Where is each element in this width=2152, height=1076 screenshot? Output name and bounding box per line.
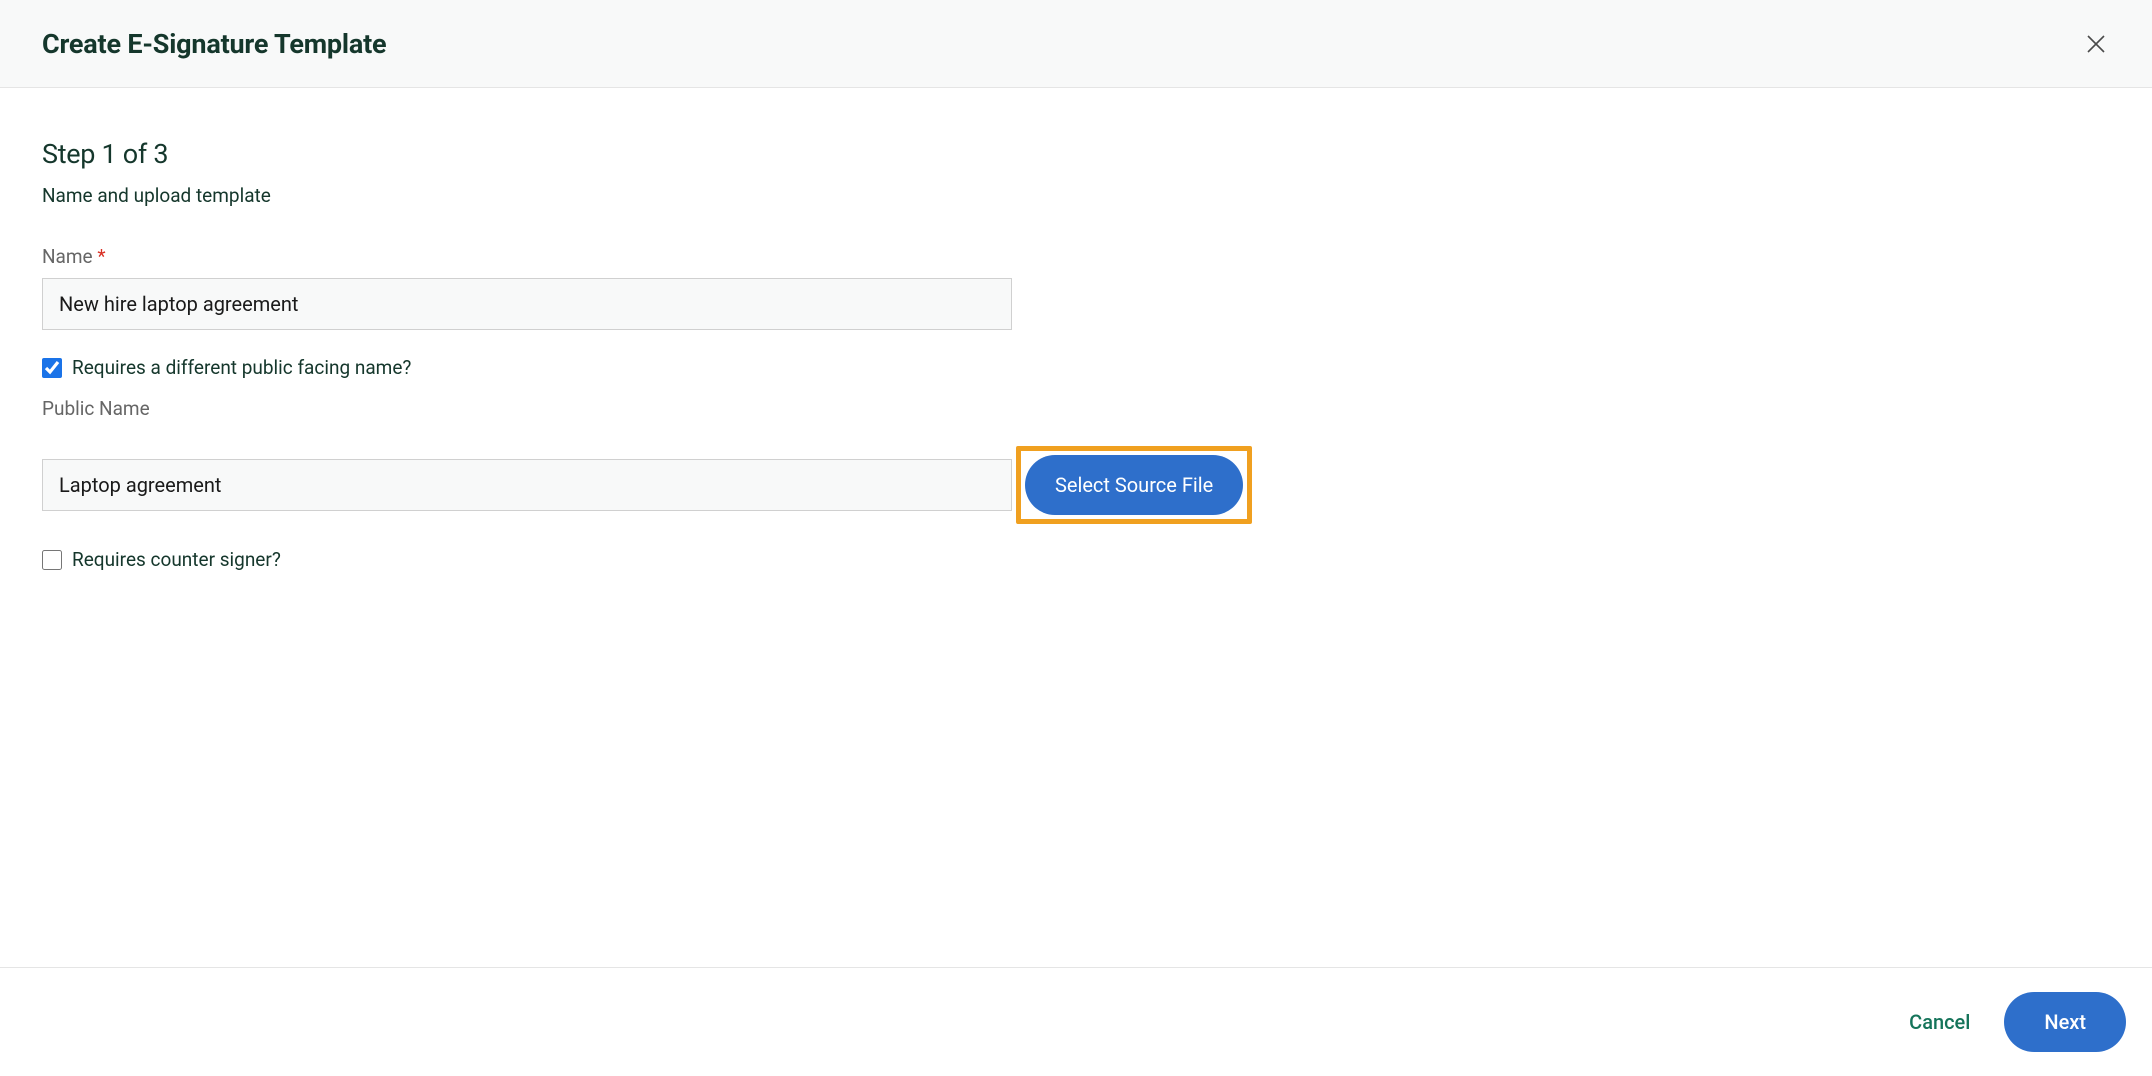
step-subtitle: Name and upload template — [42, 184, 2110, 207]
cancel-button[interactable]: Cancel — [1899, 998, 1980, 1046]
counter-signer-checkbox-row: Requires counter signer? — [42, 548, 2110, 571]
select-source-file-button[interactable]: Select Source File — [1025, 455, 1243, 515]
modal-title: Create E-Signature Template — [42, 28, 386, 60]
public-name-checkbox[interactable] — [42, 358, 62, 378]
step-title: Step 1 of 3 — [42, 138, 2110, 170]
public-name-checkbox-row: Requires a different public facing name? — [42, 356, 2110, 379]
select-file-highlight: Select Source File — [1016, 446, 1252, 524]
next-button[interactable]: Next — [2004, 992, 2126, 1052]
counter-signer-checkbox[interactable] — [42, 550, 62, 570]
modal-header: Create E-Signature Template — [0, 0, 2152, 88]
modal-content: Step 1 of 3 Name and upload template Nam… — [0, 88, 2152, 571]
modal-footer: Cancel Next — [0, 967, 2152, 1076]
name-label-text: Name — [42, 245, 93, 268]
public-name-input[interactable] — [42, 459, 1012, 511]
name-label: Name * — [42, 245, 2110, 268]
name-input[interactable] — [42, 278, 1012, 330]
close-icon[interactable] — [2082, 30, 2110, 58]
public-name-checkbox-label[interactable]: Requires a different public facing name? — [72, 356, 411, 379]
public-name-label: Public Name — [42, 397, 2110, 420]
counter-signer-checkbox-label[interactable]: Requires counter signer? — [72, 548, 281, 571]
required-asterisk: * — [97, 245, 105, 268]
